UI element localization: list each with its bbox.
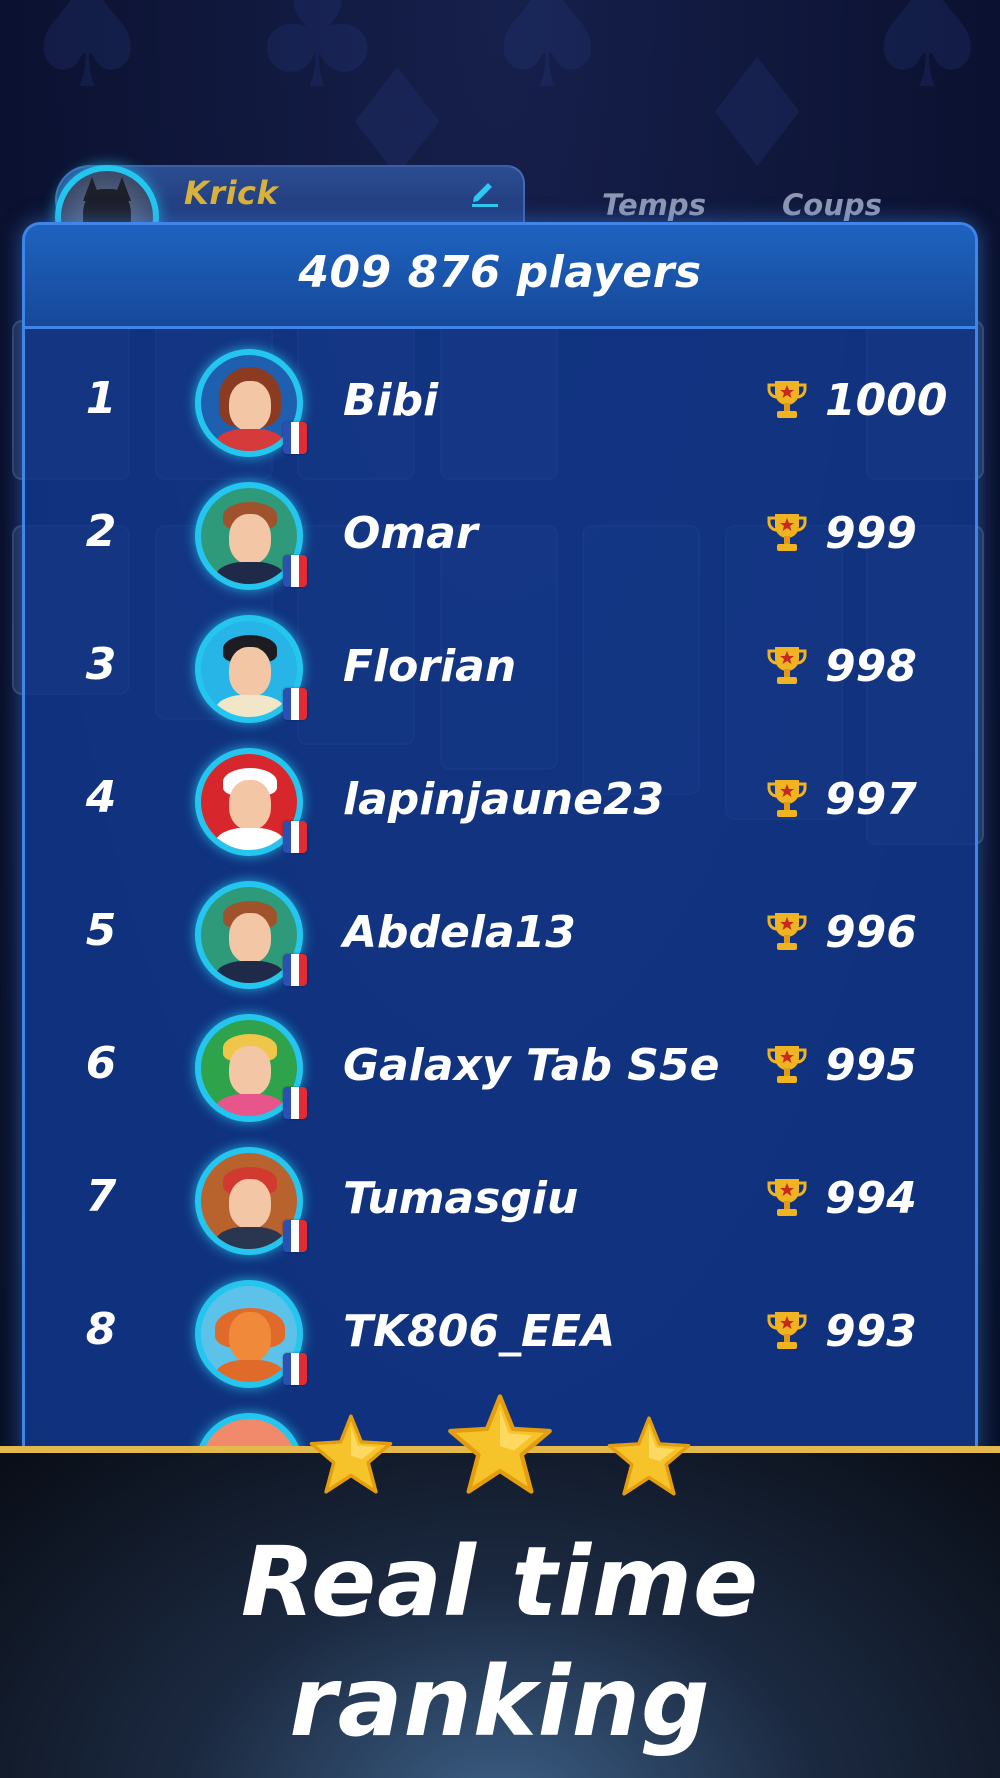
rank-number: 2	[85, 506, 117, 557]
pencil-icon[interactable]	[468, 175, 500, 207]
rank-number: 5	[85, 905, 117, 956]
rank-number: 1	[85, 373, 117, 424]
leaderboard-row[interactable]: 5 Abdela13 996	[25, 861, 975, 994]
banner-headline-line2: ranking	[289, 1646, 711, 1758]
france-flag-icon	[283, 954, 307, 986]
trophy-icon	[767, 1046, 807, 1083]
player-score: 997	[825, 774, 917, 825]
player-score: 993	[825, 1306, 917, 1357]
player-score: 995	[825, 1040, 917, 1091]
spade-pattern: ♠	[480, 0, 615, 122]
trophy-icon	[767, 1179, 807, 1216]
rank-number: 4	[85, 772, 117, 823]
player-count: 409 876 players	[298, 247, 702, 298]
leaderboard-row[interactable]: 3 Florian 998	[25, 595, 975, 728]
rank-number: 7	[85, 1171, 117, 1222]
diamond-pattern: ♦	[690, 28, 825, 202]
france-flag-icon	[283, 821, 307, 853]
trophy-icon	[767, 780, 807, 817]
player-name: Omar	[343, 508, 478, 559]
rank-number: 8	[85, 1304, 117, 1355]
leaderboard-header: 409 876 players	[25, 225, 975, 329]
leaderboard-panel: 409 876 players 1 Bibi 1000 2 Omar 999 3…	[22, 222, 978, 1457]
player-name: Bibi	[343, 375, 439, 426]
trophy-icon	[767, 1312, 807, 1349]
star-icon	[309, 1414, 393, 1494]
player-name: TK806_EEA	[343, 1306, 616, 1357]
leaderboard-row[interactable]: 6 Galaxy Tab S5e 995	[25, 994, 975, 1127]
star-icon	[607, 1416, 691, 1496]
france-flag-icon	[283, 688, 307, 720]
spade-pattern: ♠	[20, 0, 155, 122]
france-flag-icon	[283, 555, 307, 587]
profile-name: Krick	[184, 174, 279, 212]
banner-headline-line1: Real time	[240, 1526, 760, 1638]
star-icon	[448, 1394, 552, 1494]
column-time[interactable]: Temps	[602, 188, 706, 222]
player-score: 999	[825, 508, 917, 559]
rank-number: 3	[85, 639, 117, 690]
trophy-icon	[767, 381, 807, 418]
player-name: lapinjaune23	[343, 774, 665, 825]
trophy-icon	[767, 647, 807, 684]
france-flag-icon	[283, 422, 307, 454]
rank-number: 6	[85, 1038, 117, 1089]
player-score: 1000	[825, 375, 948, 426]
player-name: Galaxy Tab S5e	[343, 1040, 720, 1091]
player-score: 998	[825, 641, 917, 692]
leaderboard-row[interactable]: 1 Bibi 1000	[25, 329, 975, 462]
france-flag-icon	[283, 1220, 307, 1252]
player-name: Florian	[343, 641, 517, 692]
leaderboard-row[interactable]: 2 Omar 999	[25, 462, 975, 595]
leaderboard-row[interactable]: 4 lapinjaune23 997	[25, 728, 975, 861]
leaderboard-row[interactable]: 8 TK806_EEA 993	[25, 1260, 975, 1393]
leaderboard-row[interactable]: 7 Tumasgiu 994	[25, 1127, 975, 1260]
france-flag-icon	[283, 1087, 307, 1119]
player-name: Tumasgiu	[343, 1173, 579, 1224]
trophy-icon	[767, 913, 807, 950]
trophy-icon	[767, 514, 807, 551]
leaderboard-list[interactable]: 1 Bibi 1000 2 Omar 999 3 Florian 998 4 l…	[25, 329, 975, 1457]
column-moves[interactable]: Coups	[782, 188, 882, 222]
player-score: 994	[825, 1173, 917, 1224]
player-name: Abdela13	[343, 907, 576, 958]
spade-pattern: ♠	[860, 0, 995, 122]
france-flag-icon	[283, 1353, 307, 1385]
player-score: 996	[825, 907, 917, 958]
